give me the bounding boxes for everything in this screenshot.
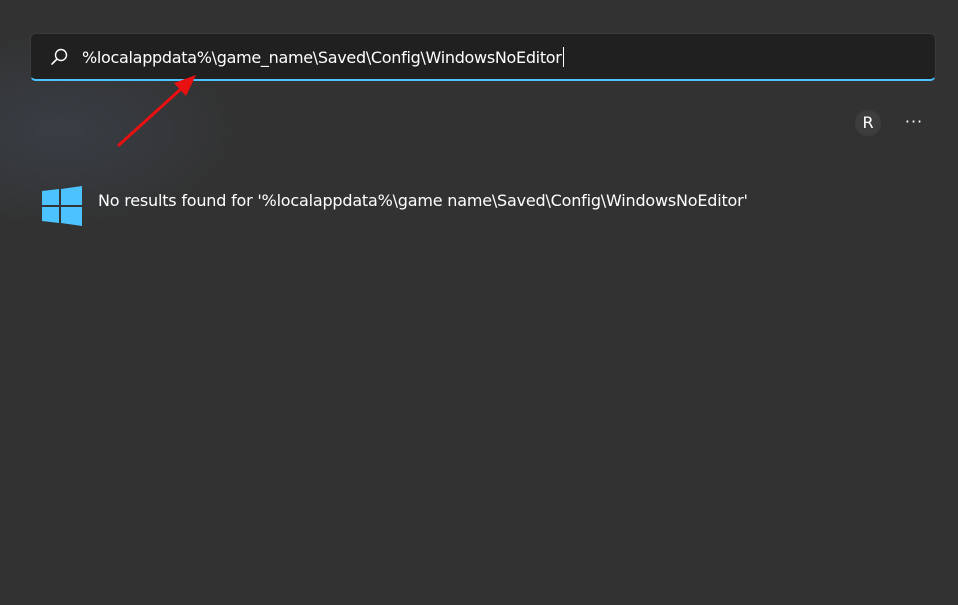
- account-initial: R: [862, 113, 874, 132]
- search-panel: %localappdata%\game_name\Saved\Config\Wi…: [0, 0, 958, 605]
- account-avatar[interactable]: R: [855, 110, 881, 136]
- search-input[interactable]: %localappdata%\game_name\Saved\Config\Wi…: [82, 47, 564, 69]
- search-query: %localappdata%\game_name\Saved\Config\Wi…: [82, 48, 562, 67]
- annotation-arrow-icon: [117, 75, 196, 147]
- more-options-button[interactable]: ···: [898, 108, 930, 138]
- result-message-row: No results found for '%localappdata%\gam…: [40, 182, 920, 226]
- more-options-icon: ···: [904, 112, 924, 131]
- text-caret: [562, 47, 564, 67]
- search-icon: [51, 48, 68, 65]
- no-results-text: No results found for '%localappdata%\gam…: [98, 191, 748, 210]
- search-box[interactable]: %localappdata%\game_name\Saved\Config\Wi…: [30, 33, 936, 81]
- windows-logo-icon: [42, 186, 82, 226]
